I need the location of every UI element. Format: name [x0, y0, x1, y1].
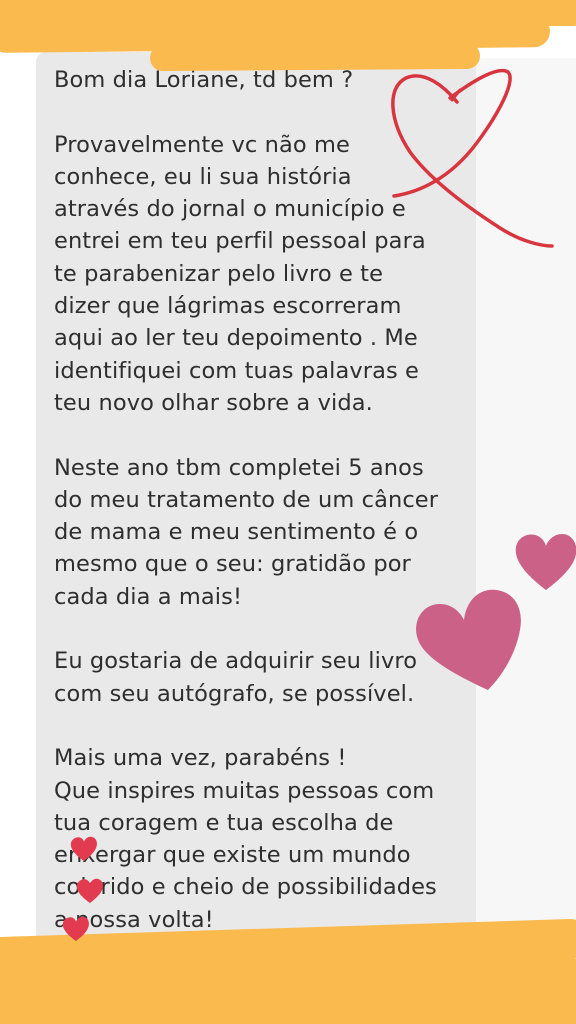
story-screen: Bom dia Loriane, td bem ? Provavelmente … [0, 0, 576, 1024]
small-heart-icon [62, 916, 89, 941]
message-line: do meu tratamento de um câncer [54, 486, 439, 513]
message-line: enxergar que existe um mundo [54, 842, 411, 869]
heart-icon [416, 589, 521, 690]
heart-icon [515, 534, 576, 590]
message-line: mesmo que o seu: gratidão por [54, 551, 411, 578]
outline-heart-icon [391, 68, 554, 248]
message-line: identifiquei com tuas palavras e [54, 357, 420, 384]
message-line: colorido e cheio de possibilidades [54, 874, 437, 901]
message-line: Mais uma vez, parabéns ! [54, 745, 347, 772]
message-line: de mama e meu sentimento é o [54, 519, 419, 546]
message-line: Neste ano tbm completei 5 anos [54, 454, 424, 481]
message-line: com seu autógrafo, se possível. [54, 680, 415, 707]
message-line: tua coragem e tua escolha de [54, 809, 394, 836]
message-line: dizer que lágrimas escorreram [54, 293, 402, 320]
message-line: aqui ao ler teu depoimento . Me [54, 325, 418, 352]
message-line: Que inspires muitas pessoas com [54, 777, 435, 804]
message-line: cada dia a mais! [54, 583, 243, 610]
small-heart-icon [70, 836, 97, 861]
small-heart-icon [76, 878, 103, 903]
message-line: te parabenizar pelo livro e te [54, 260, 384, 287]
message-line: Eu gostaria de adquirir seu livro [54, 648, 418, 675]
message-line: teu novo olhar sobre a vida. [54, 389, 373, 416]
bottom-tape-stroke [0, 994, 576, 1024]
